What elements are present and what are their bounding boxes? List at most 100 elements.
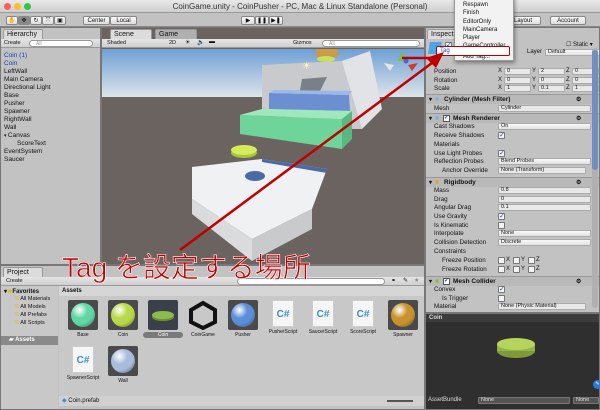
- asset-item[interactable]: C# SpawnerScript: [63, 346, 103, 381]
- convex-checkbox[interactable]: ✓: [498, 286, 505, 293]
- hierarchy-item[interactable]: RightWall: [4, 116, 32, 124]
- hierarchy-item[interactable]: Coin: [4, 60, 17, 68]
- freeze-position-z-checkbox[interactable]: [528, 257, 535, 264]
- drag-field[interactable]: 0: [498, 196, 591, 203]
- foldout-arrow-icon[interactable]: ▾: [429, 114, 432, 124]
- coin-object[interactable]: [231, 145, 257, 158]
- favorites-item[interactable]: ⚲ All Models: [15, 304, 46, 310]
- maximize-window-button[interactable]: [24, 3, 31, 10]
- favorites-item[interactable]: ⚲ All Materials: [15, 296, 50, 302]
- scene-search-input[interactable]: All: [322, 40, 420, 47]
- transform-x-field[interactable]: 1: [504, 85, 531, 93]
- step-button[interactable]: ▶❚: [269, 16, 283, 25]
- lighting-toggle-icon[interactable]: ☀: [185, 39, 190, 46]
- transform-x-field[interactable]: 0: [504, 76, 531, 84]
- coin-preview[interactable]: [486, 334, 546, 364]
- anchor-override-field[interactable]: None (Transform): [498, 167, 586, 174]
- tab-hierarchy[interactable]: Hierarchy: [3, 29, 43, 39]
- hierarchy-item[interactable]: Pusher: [4, 100, 25, 108]
- icon-size-slider[interactable]: [387, 400, 413, 402]
- pause-button[interactable]: ❚❚: [255, 16, 269, 25]
- mesh-filter-component[interactable]: ▾ ■ Cylinder (Mesh Filter) ⚙: [426, 94, 599, 105]
- favorites-item[interactable]: ⚲ All Scripts: [15, 320, 45, 326]
- hierarchy-item[interactable]: Spawner: [4, 108, 30, 116]
- transform-x-field[interactable]: 0: [504, 68, 531, 75]
- hierarchy-item[interactable]: LeftWall: [4, 68, 27, 76]
- hierarchy-item[interactable]: Main Camera: [4, 76, 43, 84]
- use-gravity-checkbox[interactable]: ✓: [498, 213, 505, 220]
- asset-item[interactable]: C# SaucerScript: [303, 300, 343, 335]
- tab-game[interactable]: Game: [155, 29, 197, 39]
- hierarchy-item[interactable]: Wall: [4, 124, 16, 132]
- tag-menu-item[interactable]: Finish: [463, 9, 479, 17]
- assets-folder-item[interactable]: ▰ Assets: [1, 336, 58, 345]
- physic-material-field[interactable]: None (Physic Material): [498, 303, 586, 310]
- asset-item[interactable]: Wall: [103, 346, 143, 384]
- is-kinematic-checkbox[interactable]: [498, 222, 505, 229]
- gizmos-dropdown[interactable]: Gizmos: [293, 40, 312, 46]
- transform-y-field[interactable]: 2: [538, 68, 565, 75]
- hierarchy-search-input[interactable]: All: [29, 40, 93, 47]
- project-create-button[interactable]: Create: [6, 278, 23, 284]
- is-trigger-checkbox[interactable]: [498, 295, 505, 302]
- freeze-rotation-x-checkbox[interactable]: [498, 265, 505, 273]
- tab-project[interactable]: Project: [3, 267, 43, 277]
- transform-y-field[interactable]: 0.1: [538, 85, 565, 93]
- close-window-button[interactable]: [4, 3, 11, 10]
- asset-item[interactable]: Coin: [103, 300, 143, 338]
- play-button[interactable]: ▶: [241, 16, 255, 25]
- tag-menu-item[interactable]: Player: [463, 34, 480, 42]
- interpolate-dropdown[interactable]: None: [498, 230, 591, 237]
- asset-item[interactable]: Spawner: [383, 300, 423, 338]
- static-checkbox[interactable]: ☐ Static ▾: [566, 41, 593, 48]
- 2d-toggle[interactable]: 2D: [169, 40, 176, 46]
- asset-item[interactable]: C# ScoreScript: [343, 300, 383, 335]
- collision-detection-dropdown[interactable]: Discrete: [498, 239, 591, 246]
- hierarchy-item[interactable]: Coin (1): [4, 52, 27, 60]
- tag-menu-item[interactable]: EditorOnly: [463, 18, 491, 26]
- minimize-window-button[interactable]: [14, 3, 21, 10]
- assetbundle-dropdown[interactable]: None: [478, 397, 570, 404]
- hierarchy-create-button[interactable]: Create: [4, 40, 21, 46]
- hierarchy-item[interactable]: Base: [4, 92, 19, 100]
- scene-viewport[interactable]: ☀ Persp: [102, 49, 425, 265]
- cast-shadows-dropdown[interactable]: On: [498, 123, 591, 130]
- foldout-arrow-icon[interactable]: ▾: [429, 95, 432, 105]
- angular-drag-field[interactable]: 0.1: [498, 204, 591, 211]
- filter-type-icon[interactable]: ⚭: [391, 277, 396, 284]
- receive-shadows-checkbox[interactable]: ✓: [498, 132, 505, 139]
- asset-item[interactable]: Coin: [143, 300, 183, 338]
- tag-dropdown-highlight[interactable]: Tag: [436, 46, 510, 56]
- effects-toggle-icon[interactable]: ▬: [209, 39, 215, 45]
- pivot-center-button[interactable]: Center: [83, 16, 110, 25]
- audio-toggle-icon[interactable]: 🔈: [197, 39, 204, 46]
- foldout-arrow-icon[interactable]: ▾: [429, 178, 432, 188]
- tag-menu-item[interactable]: MainCamera: [463, 26, 497, 34]
- favorites-item[interactable]: ⚲ All Prefabs: [15, 312, 47, 318]
- rect-tool-icon[interactable]: ▣: [54, 16, 66, 25]
- shading-mode-dropdown[interactable]: Shaded: [107, 40, 126, 46]
- scale-tool-icon[interactable]: ⤧: [42, 16, 54, 25]
- freeze-rotation-z-checkbox[interactable]: [528, 265, 535, 273]
- pivot-local-button[interactable]: Local: [110, 16, 137, 25]
- asset-item[interactable]: Base: [63, 300, 103, 338]
- use-light-probes-checkbox[interactable]: ✓: [498, 150, 505, 157]
- scrollbar-thumb[interactable]: [592, 50, 598, 170]
- foldout-arrow-icon[interactable]: ▾: [429, 277, 432, 287]
- inspector-scrollbar[interactable]: [592, 48, 598, 308]
- transform-y-field[interactable]: 0: [538, 76, 565, 84]
- favorites-folder[interactable]: ▾★Favorites: [4, 288, 39, 295]
- tag-menu-item[interactable]: Respawn: [463, 1, 488, 9]
- freeze-position-x-checkbox[interactable]: [498, 257, 505, 264]
- move-tool-icon[interactable]: ✥: [18, 16, 30, 25]
- assetbundle-variant-dropdown[interactable]: None: [573, 397, 599, 404]
- freeze-rotation-y-checkbox[interactable]: [513, 265, 520, 273]
- asset-item[interactable]: C# PusherScript: [263, 300, 303, 335]
- pusher-object[interactable]: [269, 90, 352, 111]
- hierarchy-item[interactable]: ScoreText: [17, 140, 46, 148]
- asset-label-icon[interactable]: ✎: [593, 380, 600, 389]
- rotate-tool-icon[interactable]: ↻: [30, 16, 42, 25]
- directional-light-icon[interactable]: ☀: [302, 61, 311, 72]
- hierarchy-item[interactable]: EventSystem: [4, 148, 42, 156]
- hierarchy-item[interactable]: Directional Light: [4, 84, 51, 92]
